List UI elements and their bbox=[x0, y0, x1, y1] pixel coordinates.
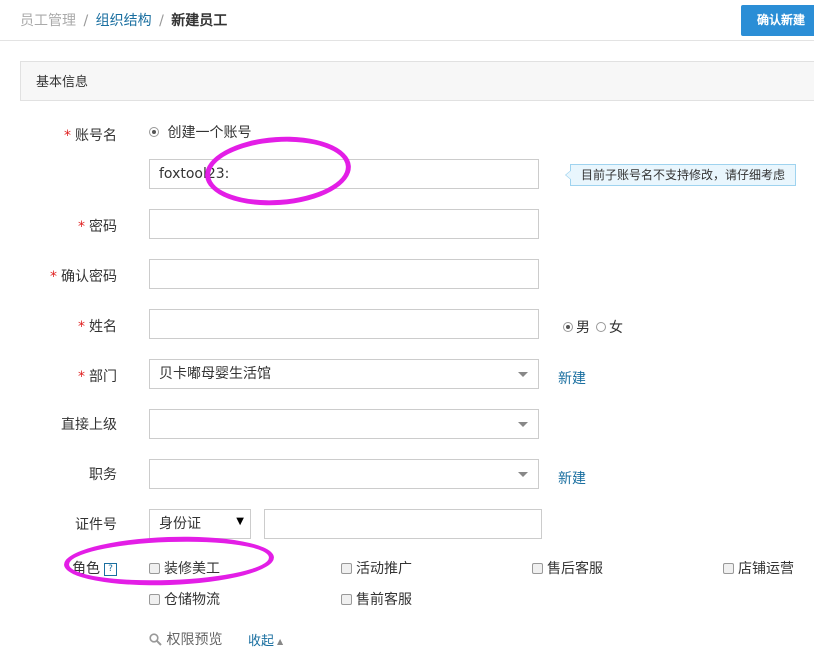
role-option-label: 活动推广 bbox=[356, 561, 412, 577]
section-title: 基本信息 bbox=[36, 75, 89, 90]
collapse-label: 收起 bbox=[248, 634, 275, 649]
chevron-down-icon bbox=[518, 372, 528, 377]
breadcrumb-org-structure[interactable]: 组织结构 bbox=[96, 13, 152, 29]
supervisor-label: 直接上级 bbox=[61, 417, 117, 433]
account-name-tooltip: 目前子账号名不支持修改，请仔细考虑 bbox=[564, 164, 797, 186]
create-account-radio[interactable]: 创建一个账号 bbox=[149, 122, 251, 142]
required-mark: * bbox=[50, 269, 57, 285]
account-label-text: 账号名 bbox=[75, 128, 117, 144]
new-position-link[interactable]: 新建 bbox=[558, 468, 586, 488]
chevron-down-icon bbox=[518, 472, 528, 477]
breadcrumb-employee-management[interactable]: 员工管理 bbox=[20, 13, 76, 29]
required-mark: * bbox=[78, 369, 85, 385]
confirm-password-label: * 确认密码 bbox=[17, 266, 117, 286]
role-option[interactable]: 店铺运营 bbox=[723, 558, 794, 578]
password-label-text: 密码 bbox=[89, 219, 117, 235]
breadcrumb-separator: / bbox=[83, 13, 89, 29]
role-checkbox[interactable] bbox=[723, 562, 734, 574]
gender-female-radio[interactable] bbox=[596, 322, 606, 332]
role-checkbox[interactable] bbox=[341, 562, 352, 574]
gender-male-radio[interactable] bbox=[563, 322, 573, 332]
role-option[interactable]: 售前客服 bbox=[341, 589, 412, 609]
required-mark: * bbox=[78, 319, 85, 335]
account-label: * 账号名 bbox=[17, 125, 117, 145]
supervisor-select[interactable] bbox=[149, 409, 539, 439]
breadcrumb-separator: / bbox=[159, 13, 164, 29]
role-checkbox[interactable] bbox=[149, 593, 160, 605]
role-option-label: 售后客服 bbox=[547, 561, 603, 577]
password-input[interactable] bbox=[149, 209, 539, 239]
department-label-text: 部门 bbox=[89, 369, 117, 385]
id-type-value: 身份证 bbox=[159, 516, 201, 532]
gender-female-label: 女 bbox=[609, 320, 623, 336]
confirm-create-button[interactable]: 确认新建 bbox=[741, 5, 814, 36]
new-department-link[interactable]: 新建 bbox=[558, 368, 586, 388]
role-checkbox[interactable] bbox=[341, 593, 352, 605]
breadcrumb-new-employee: 新建员工 bbox=[171, 13, 228, 29]
radio-create-account[interactable] bbox=[149, 127, 159, 137]
section-header bbox=[20, 61, 814, 101]
role-option-label: 售前客服 bbox=[356, 592, 412, 608]
position-select[interactable] bbox=[149, 459, 539, 489]
role-option-label: 店铺运营 bbox=[738, 561, 794, 577]
permission-preview-label: 权限预览 bbox=[166, 632, 223, 648]
role-option[interactable]: 仓储物流 bbox=[149, 589, 220, 609]
role-option[interactable]: 售后客服 bbox=[532, 558, 603, 578]
role-option[interactable]: 活动推广 bbox=[341, 558, 412, 578]
gender-male-label: 男 bbox=[576, 320, 590, 336]
department-value: 贝卡嘟母婴生活馆 bbox=[159, 366, 271, 382]
header-divider bbox=[0, 40, 814, 41]
confirm-password-label-text: 确认密码 bbox=[61, 269, 117, 285]
gender-group: 男女 bbox=[563, 317, 623, 337]
id-type-select[interactable]: 身份证 ▼ bbox=[149, 509, 251, 539]
permission-preview-link[interactable]: 权限预览 bbox=[149, 629, 222, 649]
chevron-down-icon bbox=[518, 422, 528, 427]
name-label: * 姓名 bbox=[17, 316, 117, 336]
role-option-label: 仓储物流 bbox=[164, 592, 220, 608]
name-label-text: 姓名 bbox=[89, 319, 117, 335]
breadcrumb: 员工管理 / 组织结构 / 新建员工 bbox=[20, 10, 227, 30]
password-label: * 密码 bbox=[17, 216, 117, 236]
required-mark: * bbox=[78, 219, 85, 235]
annotation-ellipse-role bbox=[63, 533, 275, 589]
create-account-label: 创建一个账号 bbox=[167, 125, 252, 141]
department-label: * 部门 bbox=[17, 366, 117, 386]
caret-up-icon: ▲ bbox=[277, 637, 284, 646]
position-label: 职务 bbox=[89, 467, 117, 483]
department-select[interactable]: 贝卡嘟母婴生活馆 bbox=[149, 359, 539, 389]
id-number-label: 证件号 bbox=[75, 517, 117, 533]
name-input[interactable] bbox=[149, 309, 539, 339]
collapse-link[interactable]: 收起 ▲ bbox=[248, 630, 283, 649]
role-checkbox[interactable] bbox=[532, 562, 543, 574]
dropdown-triangle-icon: ▼ bbox=[236, 516, 244, 527]
annotation-ellipse-account bbox=[202, 131, 354, 211]
search-icon bbox=[149, 632, 162, 646]
id-number-input[interactable] bbox=[264, 509, 542, 539]
confirm-password-input[interactable] bbox=[149, 259, 539, 289]
required-mark: * bbox=[64, 128, 71, 144]
